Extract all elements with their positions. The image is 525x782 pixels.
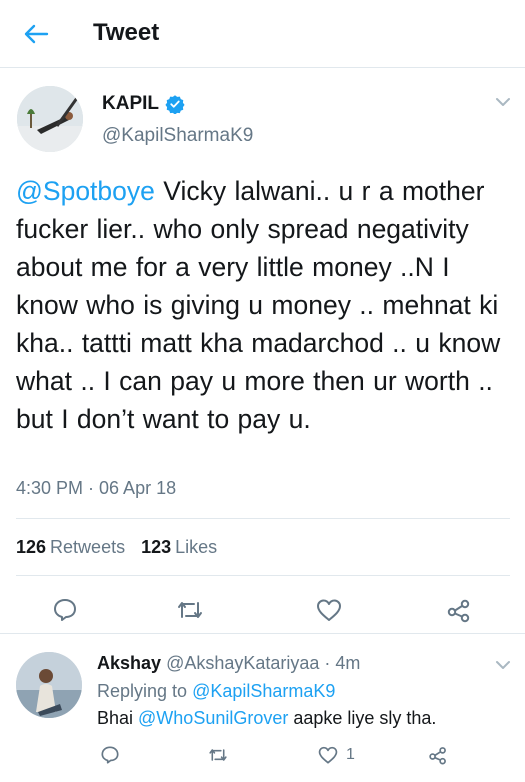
reply-header: Akshay @AkshayKatariyaa · 4m	[97, 651, 360, 675]
share-button[interactable]	[445, 596, 473, 624]
author-name[interactable]: KAPIL	[102, 92, 185, 116]
share-icon	[429, 747, 446, 765]
likes-label: Likes	[175, 536, 218, 557]
likes-stat[interactable]: 123 Likes	[141, 537, 217, 558]
retweet-button[interactable]	[176, 596, 204, 624]
arrow-left-icon	[24, 24, 49, 44]
author-avatar[interactable]	[17, 86, 83, 152]
reply-share-button[interactable]	[428, 744, 448, 766]
chevron-down-icon[interactable]	[494, 656, 512, 674]
reply-likes-count: 1	[346, 746, 355, 763]
avatar-image	[16, 652, 82, 718]
reply-reply-button[interactable]	[100, 744, 120, 766]
likes-count: 123	[141, 536, 172, 557]
avatar-image	[17, 86, 83, 152]
replying-to-link[interactable]: @KapilSharmaK9	[192, 681, 335, 701]
reply-mention-link[interactable]: @WhoSunilGrover	[138, 708, 288, 728]
mention-link[interactable]: @Spotboye	[16, 176, 155, 206]
replying-prefix: Replying to	[97, 681, 193, 701]
reply-text-suffix: aapke liye sly tha.	[288, 708, 437, 728]
reply-avatar[interactable]	[16, 652, 82, 718]
heart-icon	[317, 599, 341, 621]
top-bar: Tweet	[0, 0, 525, 68]
reply-text-prefix: Bhai	[97, 708, 139, 728]
replying-to: Replying to @KapilSharmaK9	[97, 679, 335, 703]
chevron-down-icon[interactable]	[494, 93, 512, 111]
like-button[interactable]	[315, 596, 343, 624]
tweet-body: Vicky lalwani.. u r a mother fucker lier…	[16, 176, 501, 434]
reply-text: Bhai @WhoSunilGrover aapke liye sly tha.	[97, 706, 436, 730]
retweet-icon	[178, 602, 202, 618]
verified-badge-icon	[165, 95, 185, 114]
tweet-text: @Spotboye Vicky lalwani.. u r a mother f…	[16, 172, 511, 438]
retweets-count: 126	[16, 536, 47, 557]
author-name-text: KAPIL	[102, 93, 159, 114]
back-button[interactable]	[20, 18, 52, 50]
retweet-icon	[209, 749, 227, 761]
tweet-actions	[0, 576, 525, 640]
retweets-label: Retweets	[50, 536, 126, 557]
retweets-stat[interactable]: 126 Retweets	[16, 537, 125, 558]
heart-icon	[318, 746, 338, 764]
reply-icon	[54, 599, 76, 621]
reply-button[interactable]	[51, 596, 79, 624]
page-title: Tweet	[93, 19, 160, 46]
tweet-timestamp: 4:30 PM · 06 Apr 18	[16, 478, 177, 498]
reply-tweet[interactable]: Akshay @AkshayKatariyaa · 4m Replying to…	[0, 634, 525, 782]
author-handle[interactable]: @KapilSharmaK9	[102, 124, 253, 148]
share-icon	[447, 599, 470, 623]
tweet-stats: 126 Retweets 123 Likes	[16, 518, 510, 576]
reply-like-button[interactable]: 1	[318, 744, 355, 766]
reply-icon	[101, 746, 119, 764]
reply-retweet-button[interactable]	[208, 744, 228, 766]
reply-handle-time: @AkshayKatariyaa · 4m	[166, 653, 361, 673]
reply-author-name[interactable]: Akshay	[97, 653, 161, 673]
